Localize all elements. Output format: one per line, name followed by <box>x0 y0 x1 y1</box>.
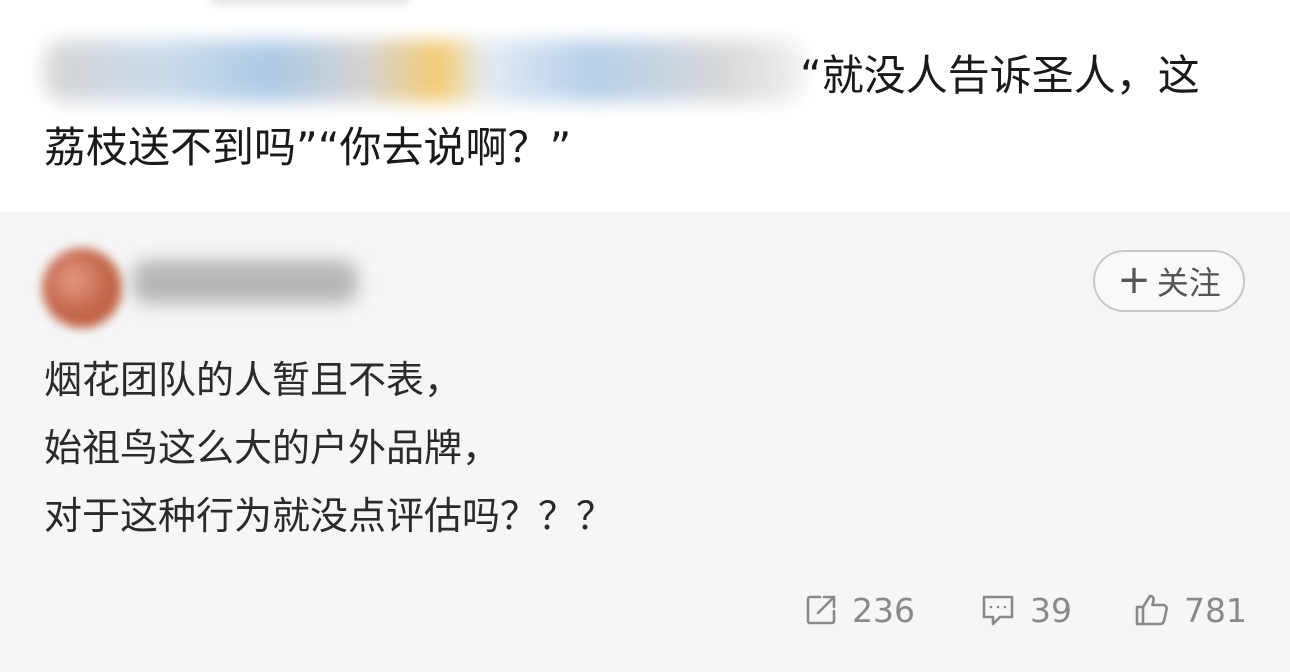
post-text-line-2: 荔枝送不到吗”“你去说啊？” <box>44 123 572 172</box>
share-count: 236 <box>852 590 915 630</box>
cropped-previous-line <box>210 0 410 4</box>
plus-icon: + <box>1117 256 1151 303</box>
comment-line: 烟花团队的人暂且不表， <box>44 358 463 402</box>
reply-button[interactable]: 39 <box>980 586 1072 634</box>
reply-count: 39 <box>1030 590 1072 630</box>
thumbs-up-icon <box>1135 594 1168 626</box>
comment-body: 烟花团队的人暂且不表， 始祖鸟这么大的户外品牌， 对于这种行为就没点评估吗？？？ <box>44 346 614 550</box>
like-count: 781 <box>1184 590 1247 630</box>
like-button[interactable]: 781 <box>1134 586 1247 634</box>
comment-icon <box>982 595 1014 626</box>
comment-line: 始祖鸟这么大的户外品牌， <box>44 426 501 470</box>
share-icon <box>806 595 836 625</box>
comment-card: + 关注 烟花团队的人暂且不表， 始祖鸟这么大的户外品牌， 对于这种行为就没点评… <box>0 212 1290 672</box>
blurred-mentions <box>44 40 804 102</box>
blurred-username[interactable] <box>132 260 358 304</box>
follow-label: 关注 <box>1156 264 1221 302</box>
share-button[interactable]: 236 <box>804 586 915 634</box>
avatar[interactable] <box>42 248 122 328</box>
post-text-line-1: “就没人告诉圣人，这 <box>800 51 1200 100</box>
follow-button[interactable]: + 关注 <box>1093 250 1245 312</box>
comment-line: 对于这种行为就没点评估吗？？？ <box>44 494 615 538</box>
quoted-post: “就没人告诉圣人，这 荔枝送不到吗”“你去说啊？” <box>0 0 1290 212</box>
